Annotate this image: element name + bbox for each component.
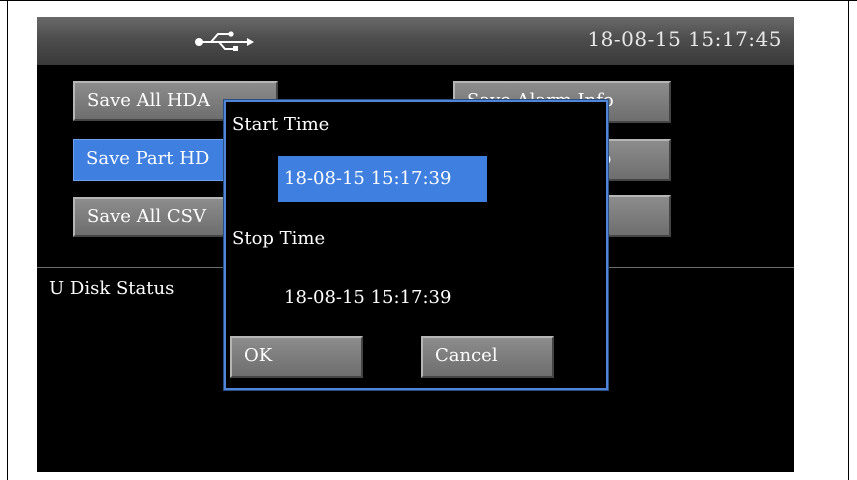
- stop-time-label: Stop Time: [232, 228, 326, 249]
- device-screen: 18-08-15 15:17:45 Save All HDA Save Part…: [37, 17, 794, 472]
- start-time-field[interactable]: 18-08-15 15:17:39: [278, 156, 487, 202]
- cancel-button[interactable]: Cancel: [421, 336, 554, 378]
- ok-button[interactable]: OK: [230, 336, 363, 378]
- frame-left-line: [7, 0, 8, 480]
- status-bar: 18-08-15 15:17:45: [37, 17, 794, 65]
- frame-right-line: [848, 0, 849, 480]
- frame-top-line: [0, 0, 857, 1]
- u-disk-status-label: U Disk Status: [49, 278, 175, 299]
- usb-icon: [195, 31, 254, 51]
- datetime-display: 18-08-15 15:17:45: [587, 27, 782, 51]
- start-time-label: Start Time: [232, 114, 330, 135]
- stop-time-field[interactable]: 18-08-15 15:17:39: [284, 287, 451, 308]
- time-range-dialog: Start Time 18-08-15 15:17:39 Stop Time 1…: [224, 100, 608, 390]
